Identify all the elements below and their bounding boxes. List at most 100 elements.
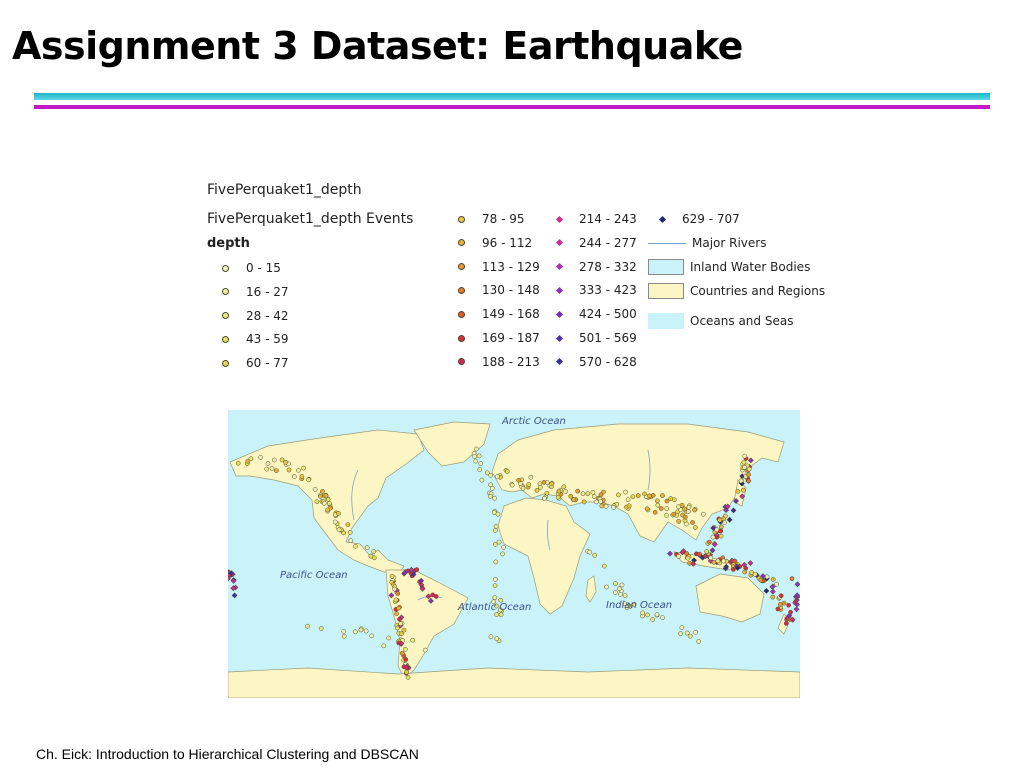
depth-class-label: 214 - 243 bbox=[579, 212, 637, 226]
earthquake-event-marker bbox=[778, 602, 783, 607]
earthquake-event-marker bbox=[245, 458, 251, 464]
depth-symbol-icon bbox=[458, 310, 465, 318]
earthquake-event-marker bbox=[708, 555, 714, 561]
earthquake-event-marker bbox=[336, 511, 341, 516]
earthquake-event-marker bbox=[618, 592, 623, 597]
earthquake-event-marker bbox=[555, 494, 561, 500]
earthquake-event-marker bbox=[741, 459, 747, 465]
earthquake-event-marker bbox=[495, 474, 500, 479]
legend-layer-name: FivePerquaket1_depth bbox=[207, 182, 362, 198]
earthquake-event-marker bbox=[604, 584, 609, 590]
legend-depth-class: 244 - 277 bbox=[555, 235, 637, 251]
legend-depth-class: 629 - 707 bbox=[658, 211, 740, 227]
earthquake-event-marker bbox=[371, 555, 377, 561]
earthquake-event-marker bbox=[721, 558, 726, 564]
earthquake-event-marker bbox=[687, 633, 693, 639]
earthquake-event-marker bbox=[707, 539, 712, 545]
depth-symbol-icon bbox=[658, 215, 667, 223]
depth-class-label: 629 - 707 bbox=[682, 212, 740, 226]
indian-ocean-label: Indian Ocean bbox=[606, 600, 673, 611]
legend-depth-class: 16 - 27 bbox=[222, 284, 289, 300]
earthquake-event-marker bbox=[650, 493, 656, 498]
earthquake-event-marker bbox=[318, 494, 323, 499]
legend-depth-class: 278 - 332 bbox=[555, 259, 637, 275]
earthquake-event-marker bbox=[493, 559, 499, 565]
earthquake-event-marker bbox=[389, 573, 395, 579]
earthquake-event-marker bbox=[735, 489, 741, 494]
earthquake-event-marker bbox=[332, 519, 338, 525]
earthquake-event-marker bbox=[717, 517, 723, 523]
legend-reference-layer: Inland Water Bodies bbox=[648, 259, 810, 275]
legend-depth-class: 333 - 423 bbox=[555, 282, 637, 298]
earthquake-event-marker bbox=[630, 494, 636, 500]
earthquake-event-marker bbox=[398, 621, 403, 626]
depth-symbol-icon bbox=[555, 263, 564, 271]
earthquake-event-marker bbox=[312, 487, 318, 492]
earthquake-event-marker bbox=[364, 545, 370, 550]
earthquake-event-marker bbox=[494, 636, 500, 642]
earthquake-event-marker bbox=[676, 554, 681, 559]
depth-class-label: 188 - 213 bbox=[482, 354, 540, 369]
earthquake-event-marker bbox=[301, 465, 306, 471]
earthquake-event-marker bbox=[746, 478, 751, 484]
earthquake-event-marker bbox=[711, 559, 717, 565]
earthquake-event-marker bbox=[500, 551, 505, 557]
earthquake-event-marker bbox=[269, 466, 275, 471]
legend-reference-layer: Countries and Regions bbox=[648, 283, 825, 299]
legend-depth-class: 113 - 129 bbox=[458, 259, 540, 275]
earthquake-event-marker bbox=[556, 488, 562, 494]
earthquake-event-marker bbox=[660, 493, 665, 498]
earthquake-event-marker bbox=[501, 544, 506, 550]
earthquake-event-marker bbox=[789, 576, 795, 581]
earthquake-event-marker bbox=[352, 629, 358, 635]
earthquake-event-marker bbox=[738, 478, 744, 484]
depth-symbol-icon bbox=[555, 310, 564, 318]
earthquake-event-marker bbox=[599, 503, 605, 509]
antarctica bbox=[228, 667, 800, 698]
earthquake-event-marker bbox=[778, 593, 784, 599]
depth-symbol-icon bbox=[555, 286, 564, 294]
earthquake-event-marker bbox=[353, 543, 358, 549]
earthquake-event-marker bbox=[476, 453, 482, 459]
atlantic-ocean-label: Atlantic Ocean bbox=[458, 602, 532, 613]
earthquake-event-marker bbox=[746, 466, 752, 472]
map-legend: FivePerquaket1_depth FivePerquaket1_dept… bbox=[0, 0, 1024, 400]
earthquake-event-marker bbox=[477, 467, 483, 472]
earthquake-event-marker bbox=[571, 497, 577, 503]
earthquake-event-marker bbox=[664, 498, 670, 504]
earthquake-event-marker bbox=[561, 484, 567, 490]
earthquake-event-marker bbox=[336, 527, 342, 533]
earthquake-event-marker bbox=[274, 468, 279, 473]
earthquake-event-marker bbox=[654, 498, 660, 504]
depth-symbol-icon bbox=[458, 239, 465, 247]
earthquake-event-marker bbox=[603, 503, 609, 509]
earthquake-event-marker bbox=[587, 549, 593, 555]
earthquake-event-marker bbox=[397, 616, 402, 622]
earthquake-event-marker bbox=[672, 497, 677, 503]
earthquake-event-marker bbox=[690, 520, 695, 525]
earthquake-event-marker bbox=[697, 551, 702, 557]
earthquake-event-marker bbox=[692, 507, 697, 513]
legend-depth-class: 0 - 15 bbox=[222, 260, 281, 276]
earthquake-event-marker bbox=[770, 594, 776, 600]
earthquake-event-marker bbox=[314, 499, 320, 505]
earthquake-event-marker bbox=[369, 633, 374, 639]
earthquake-event-marker bbox=[394, 611, 399, 617]
fill-swatch-icon bbox=[648, 313, 684, 329]
earthquake-event-marker bbox=[591, 494, 597, 499]
legend-depth-class: 501 - 569 bbox=[555, 330, 637, 346]
earthquake-event-marker bbox=[671, 511, 677, 517]
depth-class-label: 244 - 277 bbox=[579, 235, 637, 250]
legend-depth-class: 169 - 187 bbox=[458, 330, 540, 346]
legend-depth-class: 188 - 213 bbox=[458, 354, 540, 370]
earthquake-event-marker bbox=[478, 461, 484, 466]
earthquake-event-marker bbox=[715, 558, 721, 564]
earthquake-event-marker bbox=[401, 627, 407, 633]
depth-class-label: 60 - 77 bbox=[246, 356, 289, 371]
depth-symbol-icon bbox=[222, 288, 229, 296]
earthquake-event-marker bbox=[520, 485, 526, 491]
earthquake-event-marker bbox=[622, 593, 628, 598]
earthquake-event-marker bbox=[494, 612, 499, 617]
earthquake-event-marker bbox=[549, 481, 555, 487]
earthquake-event-marker bbox=[292, 474, 297, 479]
